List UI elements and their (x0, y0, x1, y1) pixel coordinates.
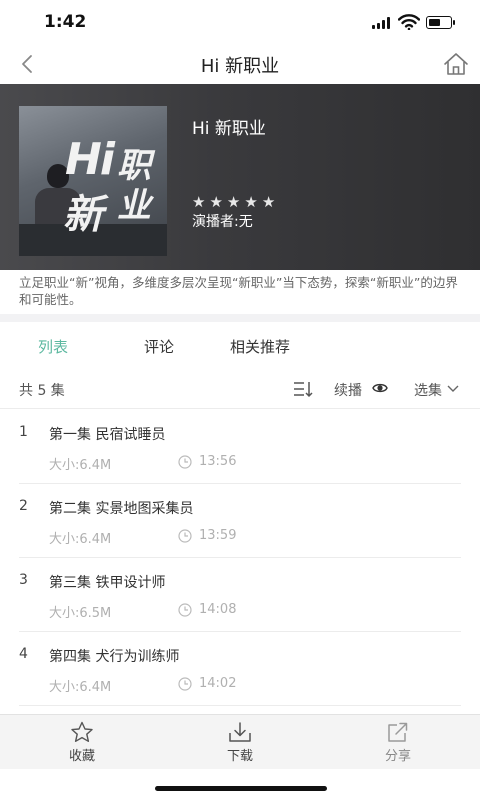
star-icon: ★ (261, 193, 276, 211)
clock-icon (178, 603, 192, 617)
anchor-info: 演播者:无 (192, 214, 253, 230)
chevron-down-icon[interactable] (447, 384, 459, 394)
rating-stars: ★ ★ ★ ★ ★ (192, 192, 279, 211)
cover-logo-zhiye: 职业 (117, 146, 151, 226)
tab-recommend[interactable]: 相关推荐 (230, 336, 290, 357)
album-title: Hi 新职业 (192, 119, 266, 139)
star-icon: ★ (192, 193, 206, 211)
episode-count: 共 5 集 (19, 383, 65, 399)
tab-list[interactable]: 列表 (38, 336, 68, 357)
episode-duration: 13:59 (199, 528, 237, 543)
download-icon (229, 722, 251, 742)
episode-size: 大小:6.4M (49, 680, 112, 695)
home-indicator (155, 786, 327, 791)
sort-icon[interactable] (293, 379, 313, 399)
favorite-button[interactable]: 收藏 (32, 715, 132, 769)
list-item[interactable]: 1 第一集 民宿试睡员 大小:6.4M 13:56 (0, 410, 480, 484)
star-icon: ★ (244, 193, 258, 211)
play-circle-icon[interactable] (372, 380, 388, 396)
episode-size: 大小:6.4M (49, 458, 112, 473)
tab-bar: 列表 评论 相关推荐 (0, 324, 480, 370)
clock-icon (178, 677, 192, 691)
bottom-toolbar: 收藏 下载 分享 (0, 714, 480, 769)
list-item[interactable]: 4 第四集 犬行为训练师 大小:6.4M 14:02 (0, 632, 480, 706)
navigation-bar: Hi 新职业 (0, 44, 480, 84)
star-outline-icon (71, 721, 93, 742)
episode-number: 4 (19, 646, 28, 662)
episode-size: 大小:6.5M (49, 606, 112, 621)
wifi-icon (398, 14, 420, 30)
row-divider (19, 705, 461, 706)
home-icon[interactable] (443, 51, 469, 77)
episode-title: 第四集 犬行为训练师 (49, 649, 180, 665)
episode-duration: 14:08 (199, 602, 237, 617)
album-description: 立足职业“新”视角，多维度多层次呈现“新职业”当下态势，探索“新职业”的边界和可… (19, 275, 458, 307)
episode-title: 第一集 民宿试睡员 (49, 427, 166, 443)
section-divider (0, 314, 480, 322)
episode-list-header: 共 5 集 续播 选集 (0, 376, 480, 409)
star-icon: ★ (209, 193, 223, 211)
page-title: Hi 新职业 (200, 56, 280, 77)
cover-logo-xin: 新 (63, 192, 103, 238)
list-item[interactable]: 2 第二集 实景地图采集员 大小:6.4M 13:59 (0, 484, 480, 558)
continue-play-button[interactable]: 续播 (334, 380, 362, 400)
episode-title: 第三集 铁甲设计师 (49, 575, 166, 591)
episode-number: 3 (19, 572, 28, 588)
album-cover: Hi 新 职业 (19, 106, 167, 256)
download-button[interactable]: 下载 (190, 715, 290, 769)
tab-comments[interactable]: 评论 (144, 336, 174, 357)
cover-logo-hi: Hi (65, 134, 115, 185)
album-header: Hi 新 职业 Hi 新职业 ★ ★ ★ ★ ★ 演播者:无 (0, 84, 480, 270)
share-label: 分享 (384, 749, 411, 764)
battery-icon (426, 16, 455, 29)
episode-number: 2 (19, 498, 28, 514)
share-icon (388, 722, 408, 742)
status-bar: 1:42 (0, 0, 480, 44)
favorite-label: 收藏 (68, 749, 95, 764)
episode-size: 大小:6.4M (49, 532, 112, 547)
episode-duration: 14:02 (199, 676, 237, 691)
star-icon: ★ (226, 193, 241, 211)
list-item[interactable]: 3 第三集 铁甲设计师 大小:6.5M 14:08 (0, 558, 480, 632)
download-label: 下载 (226, 749, 253, 764)
episode-number: 1 (19, 424, 28, 440)
status-time: 1:42 (44, 12, 87, 32)
clock-icon (178, 455, 192, 469)
clock-icon (178, 529, 192, 543)
episode-duration: 13:56 (199, 454, 237, 469)
signal-icon (372, 17, 392, 29)
select-episodes-button[interactable]: 选集 (414, 380, 442, 400)
share-button[interactable]: 分享 (348, 715, 448, 769)
episode-title: 第二集 实景地图采集员 (49, 501, 194, 517)
